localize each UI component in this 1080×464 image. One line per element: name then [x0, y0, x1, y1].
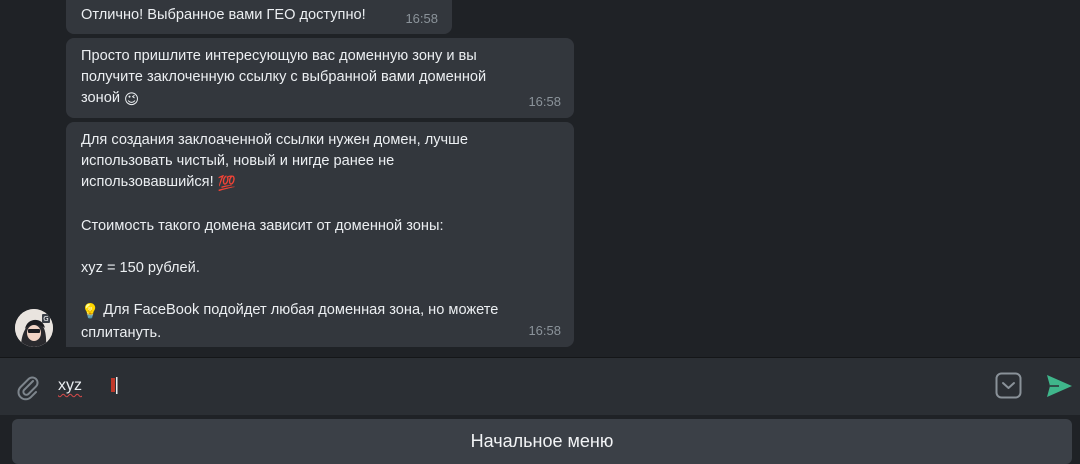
message-bubble: Просто пришлите интересующую вас доменну…: [66, 38, 574, 118]
lightbulb-emoji-icon: 💡: [81, 304, 100, 320]
message-line-text: использовавшийся!: [81, 174, 214, 190]
message-line-text: Для FaceBook подойдет любая доменная зон…: [103, 302, 499, 318]
svg-text:G: G: [43, 315, 48, 323]
bot-avatar[interactable]: G: [15, 309, 53, 347]
message-line: использовать чистый, новый и нигде ранее…: [81, 153, 395, 169]
chat-history: Отлично! Выбранное вами ГЕО доступно! 16…: [0, 0, 1080, 356]
message-input[interactable]: xyz: [58, 373, 958, 399]
avatar-image-icon: G: [15, 309, 53, 347]
text-cursor-icon: [111, 377, 118, 394]
message-line: xyz = 150 рублей.: [81, 260, 200, 276]
message-text: Просто пришлите интересующую вас доменну…: [81, 48, 487, 106]
message-time: 16:58: [405, 11, 438, 26]
wink-emoji-icon: 😉: [124, 92, 140, 108]
message-time: 16:58: [528, 323, 561, 338]
message-bubble: Для создания заклоаченной ссылки нужен д…: [66, 122, 574, 347]
message-bubble: Отлично! Выбранное вами ГЕО доступно! 16…: [66, 0, 452, 34]
message-line: сплитануть.: [81, 325, 162, 341]
paperclip-icon[interactable]: [14, 373, 42, 401]
message-input-text: xyz: [58, 377, 82, 394]
message-time: 16:58: [528, 94, 561, 109]
message-line: Стоимость такого домена зависит от домен…: [81, 218, 444, 234]
message-line: 💡 Для FaceBook подойдет любая доменная з…: [81, 300, 560, 323]
message-composer: xyz: [0, 357, 1080, 415]
bot-keyboard-icon[interactable]: [995, 372, 1022, 399]
message-line: Для создания заклоаченной ссылки нужен д…: [81, 132, 468, 148]
message-line: использовавшийся! 💯: [81, 172, 560, 195]
message-text: Отлично! Выбранное вами ГЕО доступно!: [81, 7, 366, 23]
reply-keyboard: Начальное меню: [0, 415, 1080, 464]
start-menu-button[interactable]: Начальное меню: [12, 419, 1072, 464]
send-icon[interactable]: [1045, 373, 1073, 399]
hundred-emoji-icon: 💯: [217, 176, 236, 192]
